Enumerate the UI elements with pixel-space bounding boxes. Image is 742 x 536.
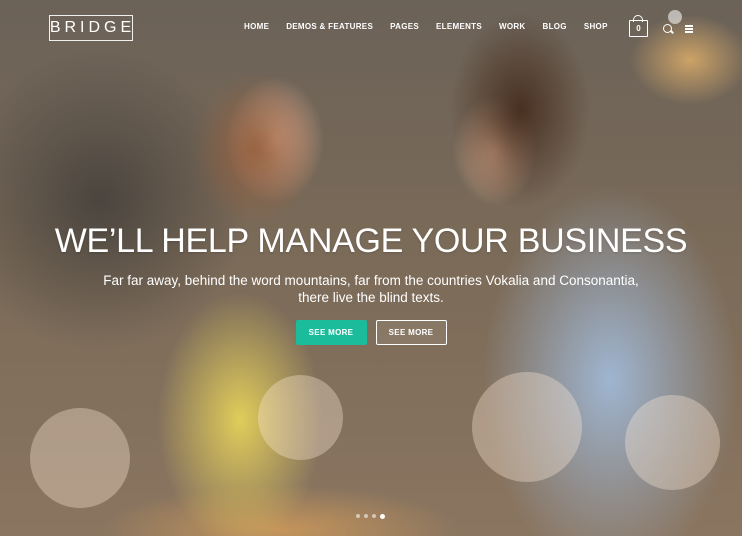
slider-dot-3[interactable] [372,514,376,518]
site-header: BRIDGE HOME DEMOS & FEATURES PAGES ELEME… [0,0,742,58]
main-nav: HOME DEMOS & FEATURES PAGES ELEMENTS WOR… [244,22,625,31]
slider-dot-4[interactable] [380,513,385,519]
nav-item-elements[interactable]: ELEMENTS [436,22,482,31]
hero-subtext: Far far away, behind the word mountains,… [0,272,742,306]
bokeh-light [625,395,720,490]
bokeh-light [30,408,130,508]
hero-buttons: SEE MORE SEE MORE [0,320,742,345]
hero-headline: WE’LL HELP MANAGE YOUR BUSINESS [54,222,688,260]
hero-subtext-line-1: Far far away, behind the word mountains,… [103,273,639,288]
nav-item-pages[interactable]: PAGES [390,22,419,31]
see-more-secondary-button[interactable]: SEE MORE [375,320,447,345]
nav-item-shop[interactable]: SHOP [584,22,608,31]
hero-slider: BRIDGE HOME DEMOS & FEATURES PAGES ELEME… [0,0,742,536]
cart-count: 0 [629,20,648,37]
hero-subtext-line-2: there live the blind texts. [298,290,444,305]
slider-dot-1[interactable] [356,514,360,518]
slider-pagination [356,513,385,519]
slider-dot-2[interactable] [364,514,368,518]
nav-item-work[interactable]: WORK [499,22,526,31]
cart-button[interactable]: 0 [629,15,648,37]
nav-item-demos-features[interactable]: DEMOS & FEATURES [286,22,373,31]
nav-item-blog[interactable]: BLOG [543,22,567,31]
see-more-primary-button[interactable]: SEE MORE [295,320,367,345]
nav-item-home[interactable]: HOME [244,22,269,31]
search-icon[interactable] [663,24,672,33]
hamburger-menu-icon[interactable] [685,25,693,33]
bokeh-light [472,372,582,482]
bokeh-light [258,375,343,460]
logo[interactable]: BRIDGE [49,15,133,41]
